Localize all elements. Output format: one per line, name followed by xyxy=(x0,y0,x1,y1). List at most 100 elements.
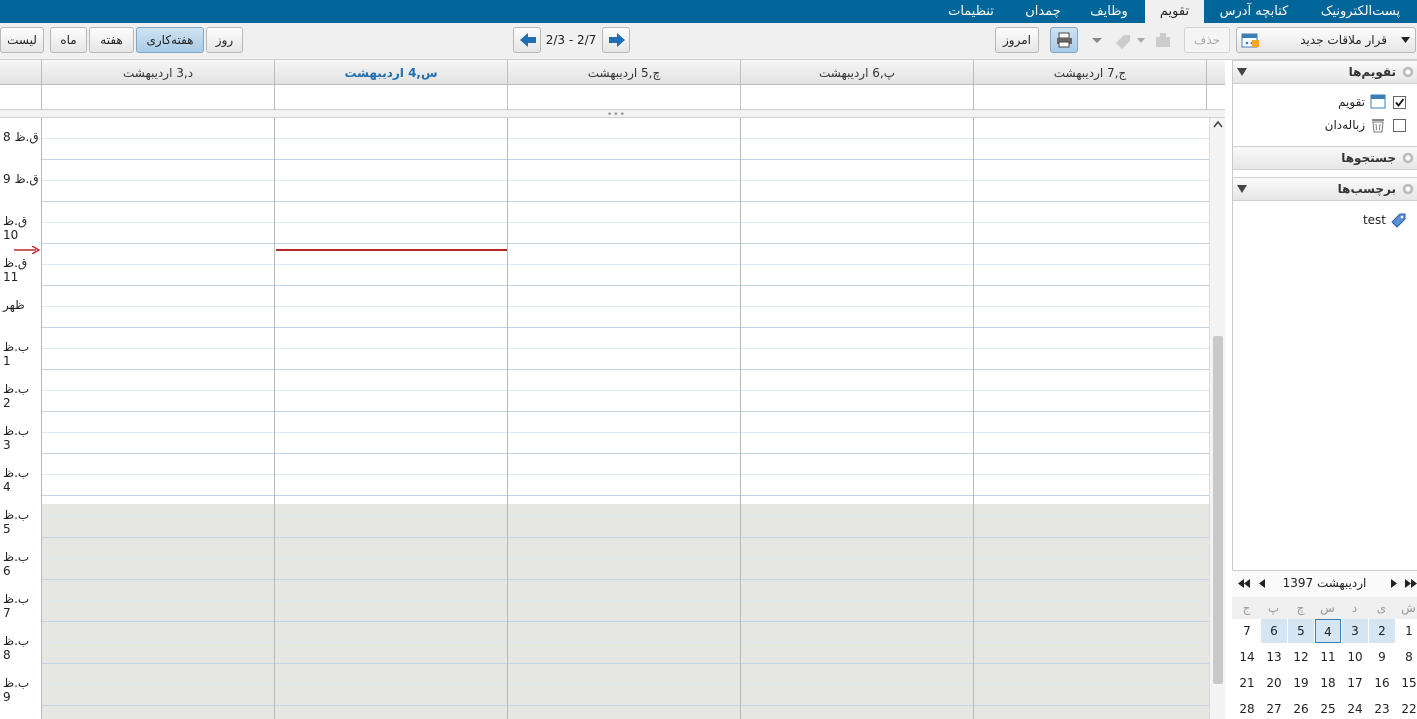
tag-menu-button[interactable] xyxy=(1110,27,1150,53)
day-header[interactable]: د,3 اردیبهشت xyxy=(41,60,274,85)
searches-section-header[interactable]: جستجوها xyxy=(1233,146,1417,170)
all-day-cell[interactable] xyxy=(41,85,274,110)
mini-calendar-day[interactable]: 1 xyxy=(1396,619,1417,643)
day-column[interactable] xyxy=(41,118,274,719)
tab-briefcase[interactable]: چمدان xyxy=(1012,0,1074,23)
calendars-title: تقویم‌ها xyxy=(1348,65,1396,79)
delete-button[interactable]: حذف xyxy=(1184,27,1230,53)
collapse-triangle-icon[interactable] xyxy=(1237,185,1247,193)
all-day-cell[interactable] xyxy=(507,85,740,110)
mini-calendar-today[interactable]: 4 xyxy=(1315,619,1341,643)
mini-calendar-day[interactable]: 2 xyxy=(1369,619,1395,643)
mini-calendar-day[interactable]: 6 xyxy=(1261,619,1287,643)
grid-scrollbar[interactable] xyxy=(1209,118,1225,719)
mini-calendar-weekdays: شی د س چ پ ج xyxy=(1232,597,1417,619)
prev-week-button[interactable] xyxy=(513,27,541,53)
day-column[interactable] xyxy=(740,118,973,719)
check-icon xyxy=(1395,98,1405,107)
all-day-cell[interactable] xyxy=(740,85,973,110)
view-workweek-button[interactable]: هفته‌کاری xyxy=(136,27,204,53)
hour-label: ب.ظ 2 xyxy=(3,382,30,410)
all-day-cell[interactable] xyxy=(274,85,507,110)
gear-icon[interactable] xyxy=(1402,152,1414,164)
weekday-label: ج xyxy=(1242,601,1251,615)
mini-calendar-nav: اردیبهشت 1397 xyxy=(1232,571,1417,597)
tab-calendar[interactable]: تقویم xyxy=(1145,0,1204,23)
mini-calendar-day[interactable]: 23 xyxy=(1369,697,1395,719)
prev-year-icon[interactable] xyxy=(1238,579,1250,588)
mini-calendar-day[interactable]: 27 xyxy=(1261,697,1287,719)
gear-icon[interactable] xyxy=(1402,66,1414,78)
arrow-left-icon xyxy=(520,33,536,47)
day-column[interactable] xyxy=(973,118,1209,719)
view-month-button[interactable]: ماه xyxy=(50,27,87,53)
today-button[interactable]: امروز xyxy=(995,27,1039,53)
mini-calendar-day[interactable]: 17 xyxy=(1342,671,1368,695)
calendars-section-header[interactable]: تقویم‌ها xyxy=(1233,60,1417,84)
mini-calendar-day[interactable]: 20 xyxy=(1261,671,1287,695)
prev-month-icon[interactable] xyxy=(1259,579,1265,588)
mini-calendar-day[interactable]: 25 xyxy=(1315,697,1341,719)
tag-list-item[interactable]: test xyxy=(1233,210,1417,232)
hour-label: ب.ظ 8 xyxy=(3,634,30,662)
day-column[interactable] xyxy=(507,118,740,719)
calendar-checkbox[interactable] xyxy=(1393,96,1406,109)
gear-icon[interactable] xyxy=(1402,183,1414,195)
mini-calendar-day[interactable]: 12 xyxy=(1288,645,1314,669)
day-header[interactable]: پ,6 اردیبهشت xyxy=(740,60,973,85)
move-button[interactable] xyxy=(1152,27,1176,53)
mini-calendar-day[interactable]: 5 xyxy=(1288,619,1314,643)
new-appointment-label: قرار ملاقات جدید xyxy=(1300,33,1387,47)
mini-calendar-day[interactable]: 14 xyxy=(1234,645,1260,669)
trash-checkbox[interactable] xyxy=(1393,119,1406,132)
collapse-triangle-icon[interactable] xyxy=(1237,68,1247,76)
mini-calendar-day[interactable]: 8 xyxy=(1396,645,1417,669)
trash-list-item[interactable]: زباله‌دان xyxy=(1233,115,1417,137)
day-header[interactable]: چ,5 اردیبهشت xyxy=(507,60,740,85)
view-week-button[interactable]: هفته xyxy=(89,27,134,53)
hour-label: ب.ظ 9 xyxy=(3,676,30,704)
tab-addressbook[interactable]: کتابچه آدرس xyxy=(1204,0,1304,23)
time-grid[interactable]: ق.ظ 8 ق.ظ 9 ق.ظ 10 ق.ظ 11 ظهر ب.ظ 1 ب.ظ 2 ب.ظ 3… xyxy=(0,118,1209,719)
searches-title: جستجوها xyxy=(1341,151,1396,165)
all-day-resize-handle[interactable]: ••• xyxy=(0,110,1225,120)
next-month-icon[interactable] xyxy=(1391,579,1397,588)
next-week-button[interactable] xyxy=(602,27,630,53)
view-list-button[interactable]: لیست xyxy=(0,27,44,53)
day-header-today[interactable]: س,4 اردیبهشت xyxy=(274,60,507,85)
mini-calendar-day[interactable]: 24 xyxy=(1342,697,1368,719)
all-day-cell[interactable] xyxy=(973,85,1206,110)
mini-calendar-day[interactable]: 13 xyxy=(1261,645,1287,669)
mini-calendar-day[interactable]: 15 xyxy=(1396,671,1417,695)
new-appointment-button[interactable]: قرار ملاقات جدید xyxy=(1236,27,1416,53)
mini-calendar-day[interactable]: 9 xyxy=(1369,645,1395,669)
scrollbar-thumb[interactable] xyxy=(1213,336,1223,684)
view-day-button[interactable]: روز xyxy=(206,27,243,53)
chevron-down-icon xyxy=(1401,37,1410,43)
mini-calendar-day[interactable]: 21 xyxy=(1234,671,1260,695)
weekday-label: چ xyxy=(1296,601,1305,615)
mini-calendar-day[interactable]: 22 xyxy=(1396,697,1417,719)
mini-calendar-day[interactable]: 10 xyxy=(1342,645,1368,669)
print-button[interactable] xyxy=(1050,27,1078,53)
tab-settings[interactable]: تنظیمات xyxy=(934,0,1008,23)
day-header[interactable]: ج,7 اردیبهشت xyxy=(973,60,1206,85)
more-actions-button[interactable] xyxy=(1088,27,1108,53)
tab-tasks[interactable]: وظایف xyxy=(1078,0,1140,23)
mini-calendar-day[interactable]: 28 xyxy=(1234,697,1260,719)
tab-mail[interactable]: پست‌الکترونیک xyxy=(1304,0,1417,23)
mini-calendar-day[interactable]: 3 xyxy=(1342,619,1368,643)
mini-calendar-day[interactable]: 19 xyxy=(1288,671,1314,695)
calendar-list-item[interactable]: تقویم xyxy=(1233,92,1417,114)
mini-calendar-day[interactable]: 18 xyxy=(1315,671,1341,695)
mini-calendar-day[interactable]: 26 xyxy=(1288,697,1314,719)
next-year-icon[interactable] xyxy=(1405,579,1417,588)
day-column[interactable] xyxy=(274,118,507,719)
mini-calendar-day[interactable]: 7 xyxy=(1234,619,1260,643)
tags-section-header[interactable]: برچسب‌ها xyxy=(1233,177,1417,201)
chevron-up-icon[interactable] xyxy=(1213,120,1223,128)
hour-label: ب.ظ 1 xyxy=(3,340,30,368)
hour-label: ق.ظ 8 xyxy=(3,130,39,144)
mini-calendar-day[interactable]: 16 xyxy=(1369,671,1395,695)
mini-calendar-day[interactable]: 11 xyxy=(1315,645,1341,669)
